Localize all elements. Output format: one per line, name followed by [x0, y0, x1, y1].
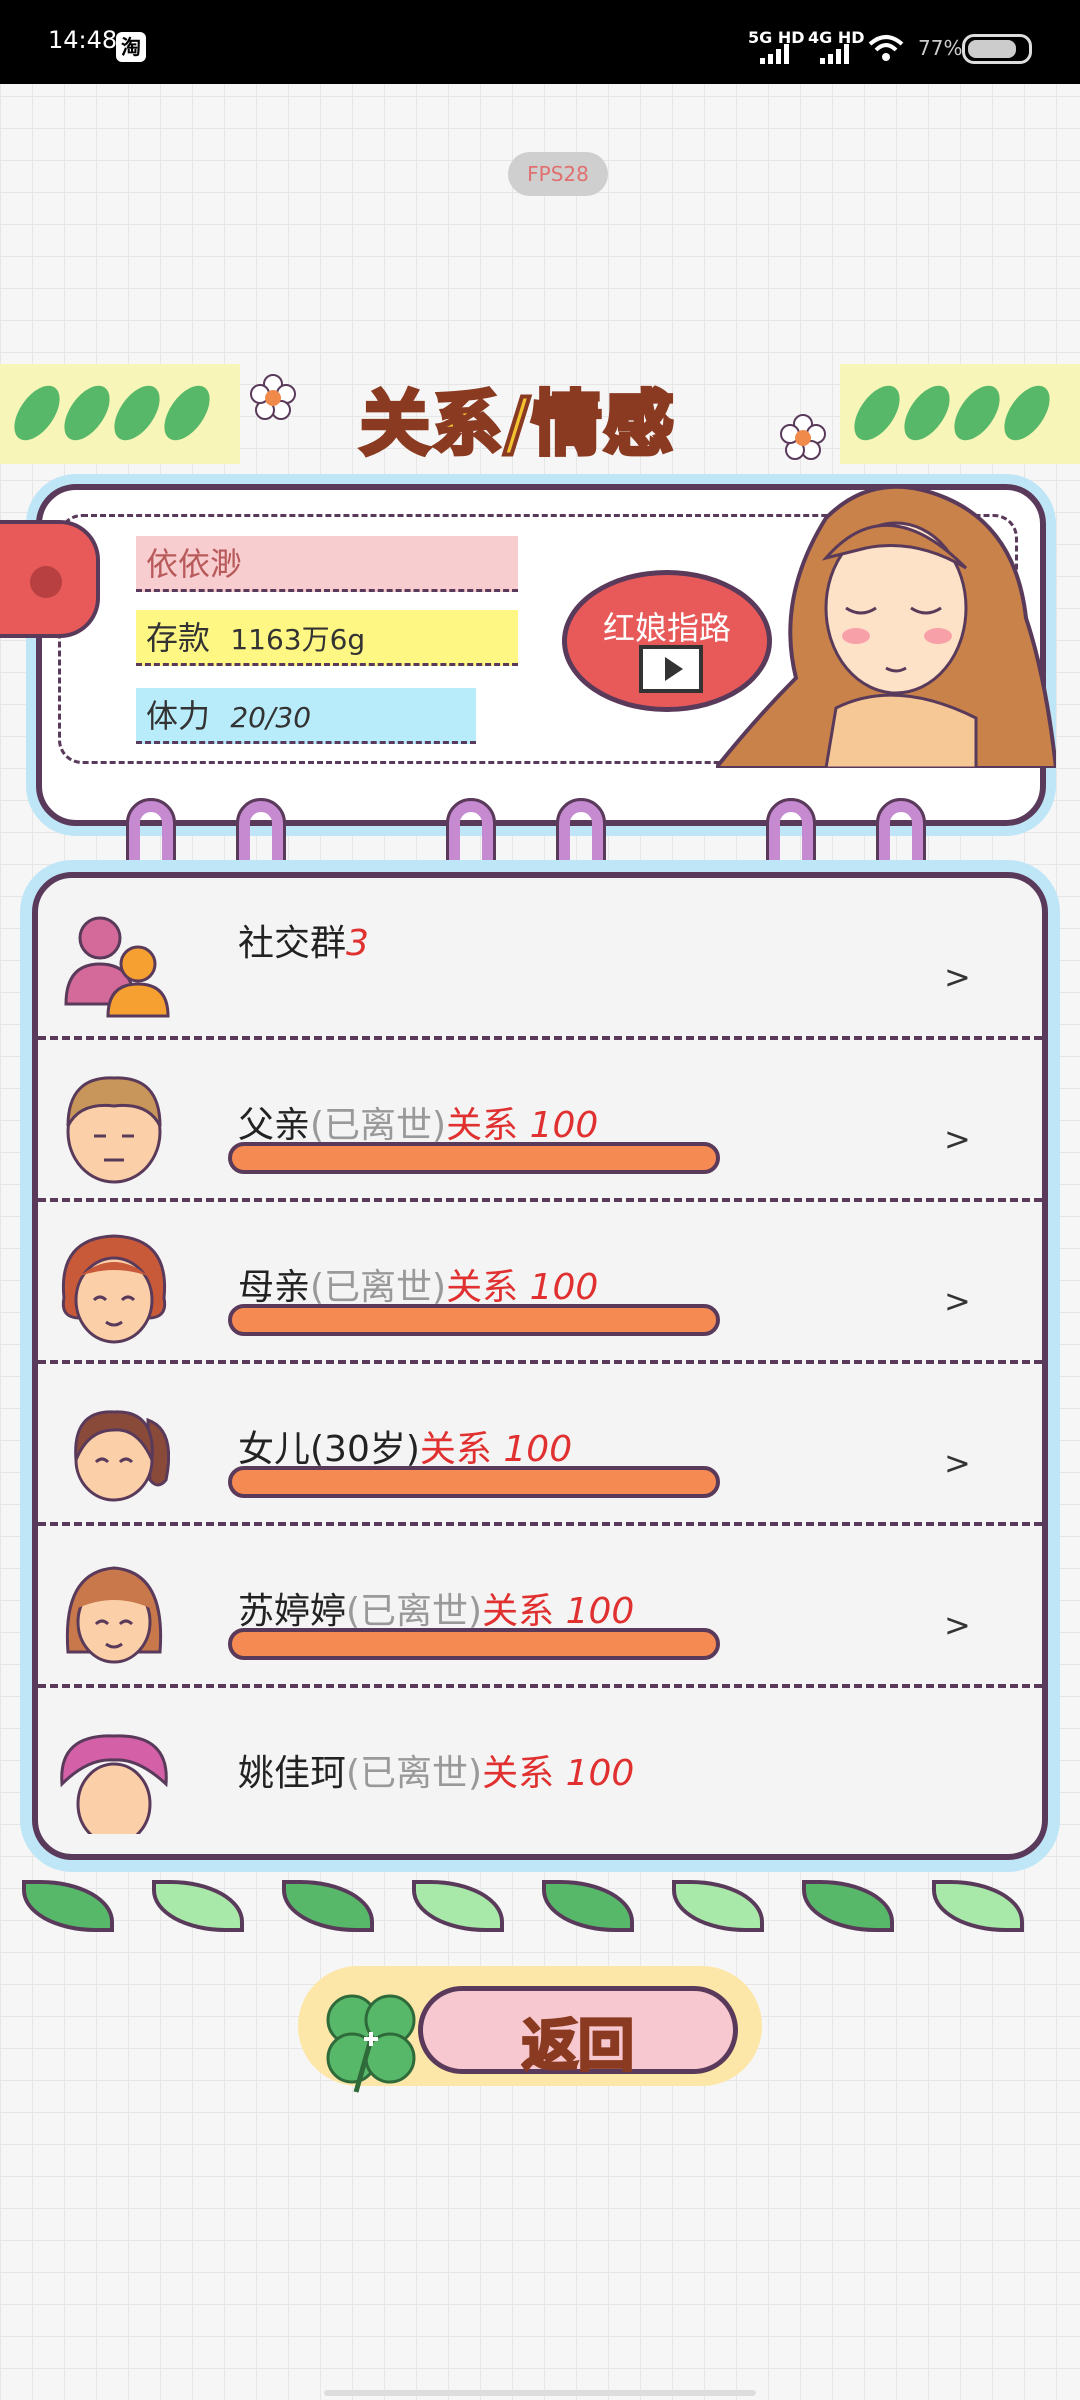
battery-icon [962, 34, 1032, 64]
father-name: 父亲 [238, 1105, 311, 1146]
daughter-relation-bar [228, 1466, 720, 1498]
chevron-right-icon: > [944, 958, 971, 996]
daughter-avatar [74, 1410, 170, 1502]
su-tingting-status: (已离世) [346, 1591, 483, 1632]
yao-jiake-avatar [60, 1734, 168, 1834]
leaf-decoration [282, 1880, 374, 1932]
left-vine-decoration [0, 364, 240, 464]
su-tingting-name: 苏婷婷 [238, 1591, 347, 1632]
clock: 14:48 [48, 26, 118, 54]
father-avatar [66, 1076, 162, 1184]
yao-jiake-relation-label: 关系 [482, 1753, 555, 1794]
mother-relation-bar [228, 1304, 720, 1336]
su-tingting-relation-value: 100 [565, 1591, 635, 1632]
leaf-decoration [152, 1880, 244, 1932]
taobao-notification-icon: 淘 [116, 32, 146, 62]
father-relation-value: 100 [529, 1105, 599, 1146]
yao-jiake-relation-value: 100 [565, 1753, 635, 1794]
yao-jiake-status: (已离世) [346, 1753, 483, 1794]
list-item-father[interactable]: 父亲(已离世)关系 100 > [38, 1040, 1042, 1202]
leaf-decoration [22, 1880, 114, 1932]
wifi-icon [868, 35, 904, 61]
mother-status: (已离世) [310, 1267, 447, 1308]
su-tingting-avatar [65, 1566, 163, 1664]
su-tingting-relation-bar [228, 1628, 720, 1660]
social-group-icon [64, 916, 170, 1018]
side-tab[interactable] [0, 520, 100, 638]
yao-jiake-name: 姚佳珂 [238, 1753, 347, 1794]
signal-bars-icon [820, 44, 849, 64]
signal-bars-icon [760, 44, 789, 64]
savings-row: 存款 1163万6g [136, 610, 518, 666]
flower-icon [250, 374, 296, 420]
leaf-decoration [672, 1880, 764, 1932]
daughter-relation-value: 100 [503, 1429, 573, 1470]
mother-avatar [61, 1234, 167, 1344]
mother-name: 母亲 [238, 1267, 311, 1308]
daughter-relation-label: 关系 [419, 1429, 492, 1470]
list-item-daughter[interactable]: 女儿(30岁)关系 100 > [38, 1364, 1042, 1526]
player-name: 依依渺 [136, 536, 518, 592]
leaf-decoration [802, 1880, 894, 1932]
relations-list: 社交群3 > 父亲(已离世)关系 100 > 母亲(已离世)关系 100 > 女… [32, 872, 1048, 1860]
social-group-count: 3 [346, 923, 369, 964]
chevron-right-icon: > [944, 1606, 971, 1644]
father-status: (已离世) [310, 1105, 447, 1146]
stamina-row: 体力 20/30 [136, 688, 476, 744]
leaf-decoration [412, 1880, 504, 1932]
list-item-social-group[interactable]: 社交群3 > [38, 878, 1042, 1040]
battery-percent: 77% [918, 36, 963, 60]
list-item-yao-jiake[interactable]: 姚佳珂(已离世)关系 100 [38, 1688, 1042, 1850]
daughter-name: 女儿 [238, 1429, 311, 1470]
chevron-right-icon: > [944, 1282, 971, 1320]
father-relation-bar [228, 1142, 720, 1174]
video-play-icon [639, 645, 703, 693]
page-title: 关系/情感 [358, 381, 676, 467]
father-relation-label: 关系 [446, 1105, 519, 1146]
flower-icon [780, 414, 826, 460]
right-vine-decoration [840, 364, 1080, 464]
back-button-label: 返回 [521, 2013, 636, 2081]
home-indicator[interactable] [324, 2390, 756, 2396]
savings-value: 1163万6g [230, 623, 366, 656]
list-item-mother[interactable]: 母亲(已离世)关系 100 > [38, 1202, 1042, 1364]
girl-portrait [716, 484, 1056, 768]
su-tingting-relation-label: 关系 [482, 1591, 555, 1632]
social-group-label: 社交群 [238, 923, 347, 964]
daughter-status: (30岁) [310, 1429, 420, 1470]
stamina-value: 20/30 [230, 701, 312, 734]
stamina-label: 体力 [146, 697, 211, 735]
fps-counter: FPS28 [508, 152, 608, 196]
leaf-decoration [542, 1880, 634, 1932]
status-bar: 14:48 淘 5G HD 4G HD 77% [0, 0, 1080, 84]
mother-relation-label: 关系 [446, 1267, 519, 1308]
clover-icon [326, 1994, 416, 2093]
list-item-su-tingting[interactable]: 苏婷婷(已离世)关系 100 > [38, 1526, 1042, 1688]
chevron-right-icon: > [944, 1444, 971, 1482]
mother-relation-value: 100 [529, 1267, 599, 1308]
savings-label: 存款 [146, 619, 211, 657]
leaf-decoration [932, 1880, 1024, 1932]
chevron-right-icon: > [944, 1120, 971, 1158]
